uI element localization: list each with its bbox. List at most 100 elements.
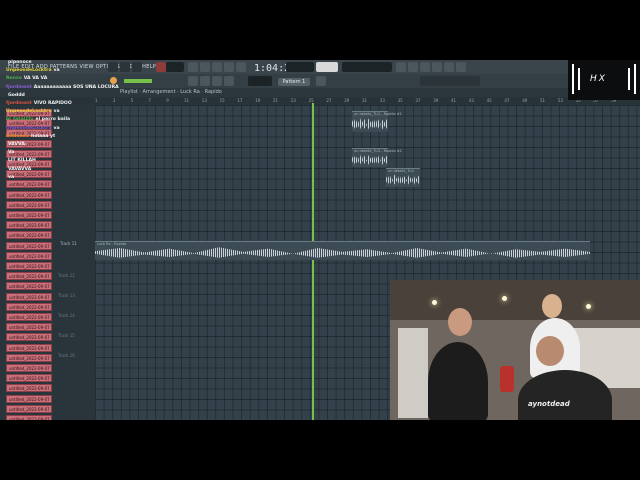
chat-text: LIT KILLAH bbox=[8, 158, 36, 164]
hyperx-logo: HX bbox=[590, 74, 607, 84]
chat-message: VAVAVVA bbox=[6, 167, 116, 172]
chat-message: bl_fatal1ty el perro baila bbox=[6, 117, 116, 122]
track-header[interactable]: untitled_2022-09-07 19 bbox=[6, 180, 52, 189]
track-header[interactable]: untitled_2022-09-07 19 bbox=[6, 343, 52, 352]
track-header[interactable]: untitled_2022-09-07 19 bbox=[6, 241, 52, 250]
timeline-tick: 53 bbox=[557, 98, 563, 103]
streamer-brand-overlay: HX bbox=[568, 60, 640, 100]
track-header[interactable]: untitled_2022-09-07 19 bbox=[6, 313, 52, 321]
snap-icon[interactable] bbox=[188, 62, 198, 72]
track-header[interactable]: untitled_2022-09-07 19 bbox=[6, 302, 52, 311]
chat-text: VAVAVVA bbox=[8, 166, 32, 172]
chat-username: UnpeoodeLocktra bbox=[6, 125, 52, 131]
tempo-display[interactable] bbox=[166, 62, 184, 72]
chat-username: UnpeoodeLocktra bbox=[6, 109, 52, 115]
track-name: Track 11 bbox=[60, 241, 77, 246]
brush-tool-icon[interactable] bbox=[212, 76, 222, 86]
timeline-tick: 29 bbox=[344, 98, 350, 103]
audio-clip[interactable]: un detalle_TLG bbox=[386, 168, 420, 187]
chat-text: el perro baila bbox=[35, 117, 71, 123]
person-head bbox=[542, 294, 562, 318]
metronome-icon[interactable] bbox=[200, 62, 210, 72]
person-body bbox=[428, 342, 488, 420]
track-header[interactable]: untitled_2022-09-07 19 bbox=[6, 333, 52, 342]
piano-roll-icon[interactable] bbox=[408, 62, 418, 72]
track-header[interactable]: untitled_2022-09-07 19 bbox=[6, 272, 52, 281]
timeline-tick: 17 bbox=[237, 98, 243, 103]
plugin-picker-icon[interactable] bbox=[456, 62, 466, 72]
chat-message: Renzo VA VA VA bbox=[6, 76, 116, 81]
track-header[interactable]: untitled_2022-09-07 19 bbox=[6, 292, 52, 301]
chat-message: fjordmont VIVO RAPIDOO bbox=[6, 101, 116, 106]
chat-text: VAVVA bbox=[8, 142, 25, 147]
chat-message: UnpeoodeLocktra va bbox=[6, 126, 116, 131]
stop-button[interactable] bbox=[132, 62, 142, 72]
audio-clip[interactable]: un detalle_TLG - Rapido #1 bbox=[352, 111, 402, 132]
snap-select[interactable] bbox=[248, 76, 272, 86]
track-header[interactable]: untitled_2022-09-07 19 bbox=[6, 364, 52, 372]
step-icon[interactable] bbox=[236, 62, 246, 72]
pencil-tool-icon[interactable] bbox=[200, 76, 210, 86]
track-name: Track 15 bbox=[58, 333, 75, 338]
channel-rack-icon[interactable] bbox=[420, 62, 430, 72]
track-header[interactable]: untitled_2022-09-07 19 bbox=[6, 384, 52, 393]
record-button[interactable] bbox=[156, 62, 166, 72]
track-header[interactable]: untitled_2022-09-07 19 bbox=[6, 374, 52, 383]
track-header[interactable]: untitled_2022-09-07 19 bbox=[6, 221, 52, 230]
timeline-tick: 27 bbox=[326, 98, 332, 103]
chat-message: UnpeoodeLocktra va bbox=[6, 68, 116, 73]
webcam-overlay: aynotdead bbox=[390, 280, 640, 420]
countdown-icon[interactable] bbox=[224, 62, 234, 72]
track-header[interactable]: untitled_2022-09-07 19 bbox=[6, 190, 52, 199]
chat-text: VA VA VA bbox=[23, 76, 48, 82]
playlist-icon[interactable] bbox=[396, 62, 406, 72]
track-header[interactable]: untitled_2022-09-07 19 bbox=[6, 282, 52, 291]
slide-tool-icon[interactable] bbox=[188, 76, 198, 86]
track-name: Track 13 bbox=[58, 293, 75, 298]
track-header[interactable]: untitled_2022-09-07 19 bbox=[6, 394, 52, 403]
chat-text: piponoce bbox=[8, 60, 32, 65]
add-pattern-button[interactable] bbox=[316, 76, 326, 86]
track-header[interactable]: untitled_2022-09-07 19 bbox=[6, 404, 52, 413]
red-object bbox=[500, 366, 514, 392]
audio-clip[interactable]: Luck Ra - Rapido bbox=[95, 241, 590, 260]
chat-text: va bbox=[53, 68, 60, 74]
chat-message: bitdoneo holaaa yt bbox=[6, 134, 116, 139]
timeline-tick: 45 bbox=[486, 98, 492, 103]
play-button[interactable] bbox=[120, 62, 130, 72]
track-header[interactable]: untitled_2022-09-07 19 bbox=[6, 353, 52, 362]
track-header[interactable]: untitled_2022-09-07 19 bbox=[6, 200, 52, 209]
chat-text: Goddd bbox=[8, 92, 25, 98]
track-header[interactable]: untitled_2022-09-07 19 bbox=[6, 231, 52, 240]
loop-icon[interactable] bbox=[212, 62, 222, 72]
clip-waveform bbox=[386, 174, 420, 185]
track-name: Track 14 bbox=[58, 313, 75, 318]
timeline-tick: 39 bbox=[433, 98, 439, 103]
ceiling-light bbox=[502, 296, 507, 301]
chat-message: Goddd bbox=[6, 93, 116, 98]
chat-message: fjordmont Aaaaaaaaaaaa SOS UNA LOCURA bbox=[6, 85, 119, 90]
brand-bar bbox=[572, 64, 574, 94]
clip-waveform bbox=[95, 247, 590, 258]
delete-tool-icon[interactable] bbox=[224, 76, 234, 86]
door bbox=[398, 328, 428, 418]
mixer-view-icon[interactable] bbox=[432, 62, 442, 72]
track-header[interactable]: untitled_2022-09-07 19 bbox=[6, 323, 52, 332]
clip-waveform bbox=[352, 154, 388, 165]
track-header[interactable]: untitled_2022-09-07 19 bbox=[6, 211, 52, 219]
chat-message: UnpeoodeLocktra va bbox=[6, 109, 116, 114]
chat-message: piponoce bbox=[6, 60, 116, 65]
timeline-tick: 5 bbox=[130, 98, 134, 103]
pattern-selector[interactable]: Pattern 1 bbox=[278, 78, 310, 86]
chat-message: Va bbox=[6, 150, 116, 155]
brand-bar bbox=[628, 68, 630, 90]
track-header[interactable]: untitled_2022-09-07 19 bbox=[6, 262, 52, 270]
track-header[interactable]: untitled_2022-09-07 19 bbox=[6, 415, 52, 420]
audio-clip[interactable]: un detalle_TLG - Rapido #2 bbox=[352, 148, 402, 167]
playhead[interactable] bbox=[312, 103, 314, 420]
track-header[interactable]: untitled_2022-09-07 19 bbox=[6, 251, 52, 260]
chat-text: VIVO RAPIDOO bbox=[33, 101, 72, 106]
clip-label: un detalle_TLG bbox=[388, 169, 415, 173]
browser-icon[interactable] bbox=[444, 62, 454, 72]
chat-text: va bbox=[53, 109, 60, 115]
